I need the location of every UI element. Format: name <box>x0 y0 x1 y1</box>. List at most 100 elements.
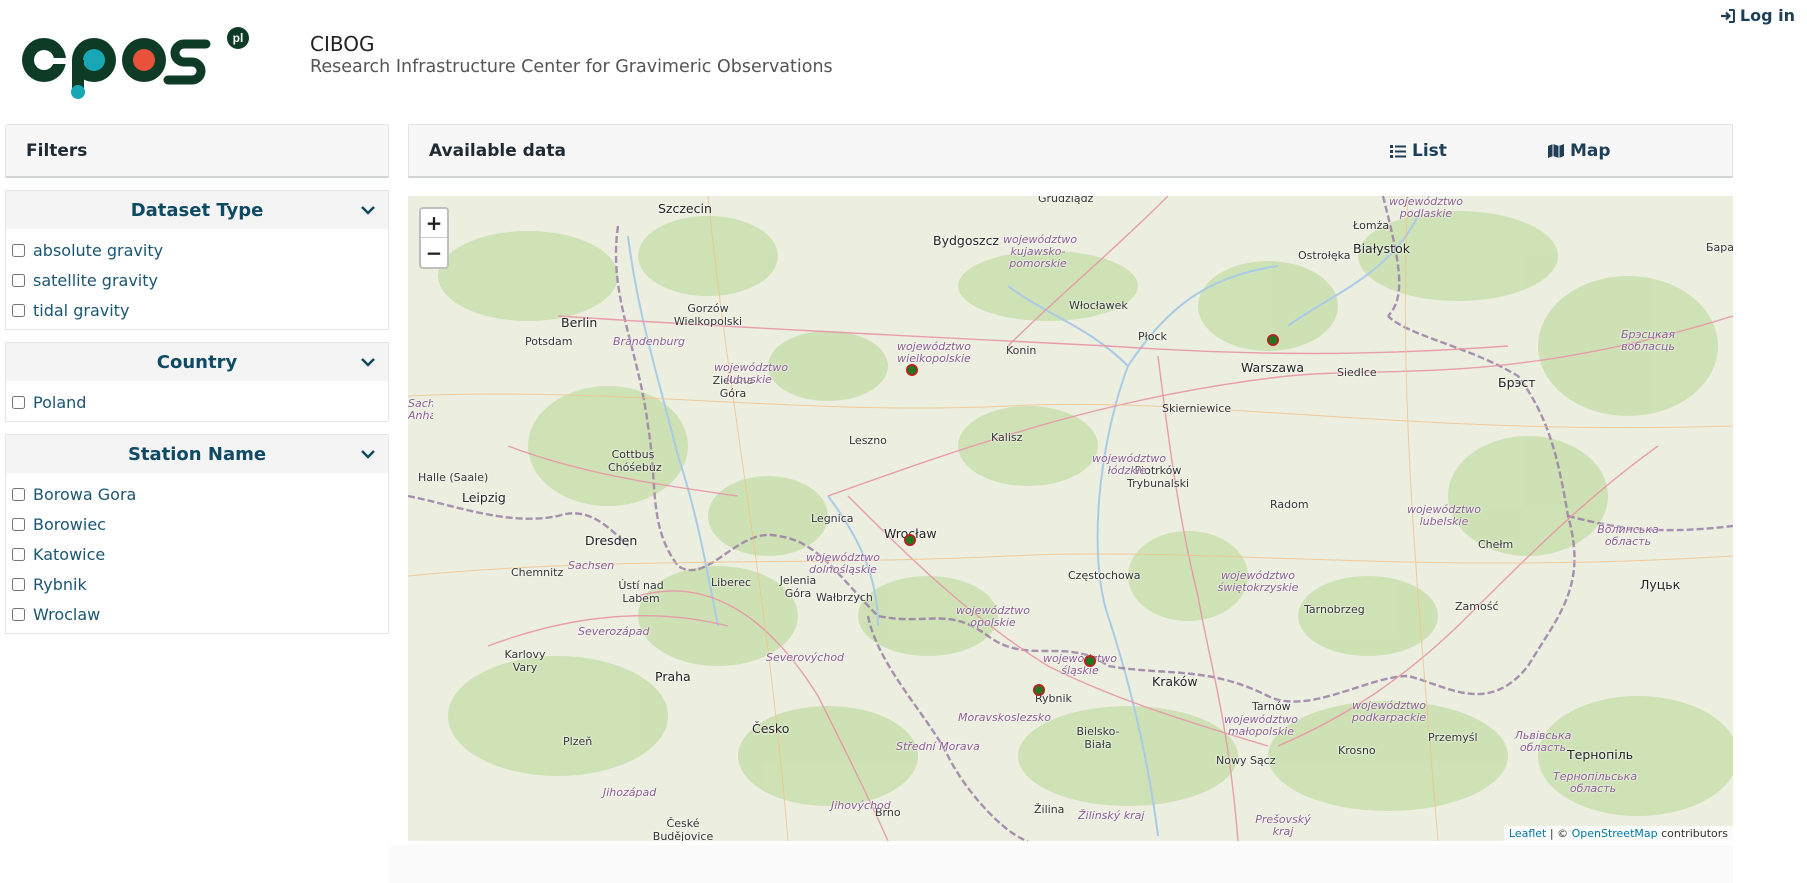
filter-checkbox[interactable] <box>12 273 25 287</box>
station-marker[interactable] <box>906 364 918 376</box>
map-city-label: Chełm <box>1478 538 1514 551</box>
map-city-label: Bydgoszcz <box>933 233 999 248</box>
filter-option[interactable]: Borowiec <box>12 509 388 539</box>
chevron-down-icon <box>361 450 375 459</box>
map-city-label: Karlovy Vary <box>504 648 546 674</box>
map-city-label: Konin <box>1006 344 1037 357</box>
map-city-label: Siedlce <box>1337 366 1377 379</box>
map-city-label: Žilina <box>1034 803 1065 816</box>
map-city-label: České Budějovice <box>652 817 714 841</box>
filter-option[interactable]: Rybnik <box>12 569 388 599</box>
map-city-label: Grudziądz <box>1038 196 1094 205</box>
map-region-label: województwo wielkopolskie <box>896 340 972 365</box>
zoom-control: + − <box>419 207 449 269</box>
map-view[interactable]: Szczecin Bydgoszcz Grudziądz Łomża Biały… <box>408 196 1733 841</box>
filter-option[interactable]: tidal gravity <box>12 295 388 325</box>
map-city-label: Płock <box>1138 330 1167 343</box>
header: pl CIBOG Research Infrastructure Center … <box>0 0 1807 110</box>
map-city-label: Leipzig <box>462 490 506 505</box>
filter-option[interactable]: Wroclaw <box>12 599 388 629</box>
map-region-label: województwo kujawsko-pomorskie <box>1003 233 1078 270</box>
filters-title: Filters <box>5 124 389 178</box>
epos-logo[interactable]: pl <box>16 24 251 100</box>
map-view-button[interactable]: Map <box>1547 125 1611 177</box>
filter-checkbox[interactable] <box>12 517 25 531</box>
login-label: Log in <box>1739 6 1795 25</box>
zoom-out-button[interactable]: − <box>421 238 447 267</box>
filter-group-station-name: Station Name Borowa Gora Borowiec Katowi… <box>5 434 389 634</box>
leaflet-link[interactable]: Leaflet <box>1509 827 1546 840</box>
map-region-label: Severovýchod <box>766 651 845 664</box>
svg-text:pl: pl <box>233 31 244 45</box>
map-region-label: województwo śląskie <box>1042 652 1118 677</box>
list-view-label: List <box>1412 141 1447 161</box>
map-city-label: Bielsko-Biała <box>1076 725 1120 751</box>
chevron-down-icon <box>361 206 375 215</box>
filter-checkbox[interactable] <box>12 395 25 409</box>
map-city-label: Česko <box>752 721 790 736</box>
filter-group-toggle[interactable]: Dataset Type <box>6 191 388 229</box>
filter-checkbox[interactable] <box>12 547 25 561</box>
footer-strip <box>390 845 1733 883</box>
filter-checkbox[interactable] <box>12 303 25 317</box>
map-region-label: Prešovský kraj <box>1255 813 1311 838</box>
map-attribution: Leaflet | © OpenStreetMap contributors <box>1503 826 1733 841</box>
map-city-label: Przemyśl <box>1428 731 1478 744</box>
filter-option[interactable]: satellite gravity <box>12 265 388 295</box>
map-region-label: Jihovýchod <box>831 799 891 812</box>
filter-group-dataset-type: Dataset Type absolute gravity satellite … <box>5 190 389 330</box>
filter-option[interactable]: Poland <box>12 387 388 417</box>
map-city-label: Berlin <box>561 315 598 330</box>
station-marker[interactable] <box>1033 684 1045 696</box>
map-city-label: Liberec <box>711 576 752 589</box>
map-region-label: województwo podkarpackie <box>1351 699 1427 724</box>
station-marker[interactable] <box>1084 655 1096 667</box>
map-region-label: Moravskoslezsko <box>958 711 1051 724</box>
station-marker[interactable] <box>904 534 916 546</box>
map-city-label: Kalisz <box>991 431 1023 444</box>
available-data-title: Available data <box>429 140 566 161</box>
map-region-label: województwo opolskie <box>955 604 1031 629</box>
map-region-label: Sachsen-Anhalt <box>408 398 433 422</box>
map-city-label: Częstochowa <box>1068 569 1141 582</box>
sign-in-icon <box>1720 8 1735 23</box>
filter-option[interactable]: Katowice <box>12 539 388 569</box>
list-view-button[interactable]: List <box>1389 125 1447 177</box>
chevron-down-icon <box>361 358 375 367</box>
map-region-label: Волинська область <box>1597 523 1659 548</box>
filter-group-title: Country <box>156 351 238 373</box>
map-city-label: Potsdam <box>525 335 573 348</box>
filter-option[interactable]: Borowa Gora <box>12 479 388 509</box>
filter-checkbox[interactable] <box>12 607 25 621</box>
map-city-label: Tarnów <box>1252 700 1291 713</box>
station-marker[interactable] <box>1267 334 1279 346</box>
map-city-label: Plzeň <box>563 735 593 748</box>
map-city-label: Ústí nad Labem <box>618 579 664 605</box>
map-region-label: Jihozápad <box>603 786 657 799</box>
map-city-label: Halle (Saale) <box>418 471 489 484</box>
map-city-label: Tarnobrzeg <box>1304 603 1365 616</box>
login-button[interactable]: Log in <box>1720 6 1795 25</box>
filter-checkbox[interactable] <box>12 487 25 501</box>
map-city-label: Krosno <box>1338 744 1376 757</box>
filter-option[interactable]: absolute gravity <box>12 235 388 265</box>
list-icon <box>1390 145 1406 158</box>
map-city-label: Cottbus Chóśebuz <box>608 448 662 474</box>
filter-checkbox[interactable] <box>12 243 25 257</box>
map-city-label: Włocławek <box>1069 299 1128 312</box>
map-city-label: Legnica <box>811 512 854 525</box>
map-view-label: Map <box>1570 141 1611 161</box>
map-city-label: Nowy Sącz <box>1216 754 1276 767</box>
map-region-label: województwo lubelskie <box>1406 503 1482 528</box>
map-city-label: Dresden <box>585 533 638 548</box>
filters-panel: Filters Dataset Type absolute gravity sa… <box>5 124 389 634</box>
openstreetmap-link[interactable]: OpenStreetMap <box>1572 827 1658 840</box>
zoom-in-button[interactable]: + <box>421 209 447 238</box>
filter-checkbox[interactable] <box>12 577 25 591</box>
map-region-label: Střední Morava <box>896 740 980 753</box>
map-city-label: Szczecin <box>658 201 712 216</box>
filter-group-toggle[interactable]: Country <box>6 343 388 381</box>
map-region-label: województwo dolnośląskie <box>805 551 881 576</box>
map-region-label: Брэсцкая вобласць <box>1620 328 1676 353</box>
filter-group-toggle[interactable]: Station Name <box>6 435 388 473</box>
